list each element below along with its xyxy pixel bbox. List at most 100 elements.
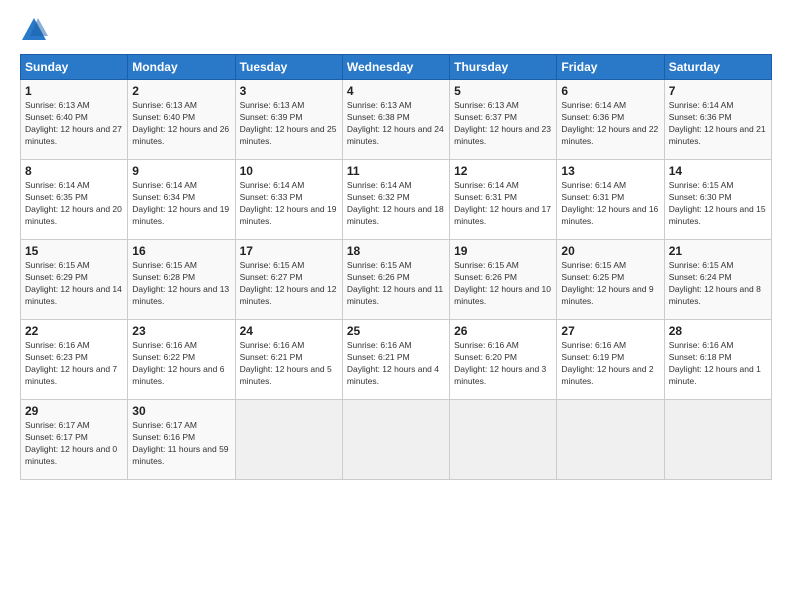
day-detail: Sunrise: 6:13 AMSunset: 6:40 PMDaylight:… bbox=[25, 100, 122, 146]
day-detail: Sunrise: 6:14 AMSunset: 6:31 PMDaylight:… bbox=[454, 180, 551, 226]
weekday-header-monday: Monday bbox=[128, 55, 235, 80]
day-number: 1 bbox=[25, 84, 123, 98]
day-number: 28 bbox=[669, 324, 767, 338]
day-cell: 4 Sunrise: 6:13 AMSunset: 6:38 PMDaylight… bbox=[342, 80, 449, 160]
day-detail: Sunrise: 6:17 AMSunset: 6:17 PMDaylight:… bbox=[25, 420, 117, 466]
day-cell: 11Sunrise: 6:14 AMSunset: 6:32 PMDayligh… bbox=[342, 160, 449, 240]
day-cell: 26 Sunrise: 6:16 AMSunset: 6:20 PMDayligh… bbox=[450, 320, 557, 400]
day-number: 22 bbox=[25, 324, 123, 338]
day-cell: 1 Sunrise: 6:13 AMSunset: 6:40 PMDaylight… bbox=[21, 80, 128, 160]
day-number: 7 bbox=[669, 84, 767, 98]
day-cell: 23 Sunrise: 6:16 AMSunset: 6:22 PMDayligh… bbox=[128, 320, 235, 400]
logo-icon bbox=[20, 16, 48, 44]
weekday-header-tuesday: Tuesday bbox=[235, 55, 342, 80]
day-detail: Sunrise: 6:15 AMSunset: 6:26 PMDaylight:… bbox=[347, 260, 443, 306]
day-number: 9 bbox=[132, 164, 230, 178]
day-cell: 8 Sunrise: 6:14 AMSunset: 6:35 PMDaylight… bbox=[21, 160, 128, 240]
calendar-page: SundayMondayTuesdayWednesdayThursdayFrid… bbox=[0, 0, 792, 612]
day-cell: 9 Sunrise: 6:14 AMSunset: 6:34 PMDaylight… bbox=[128, 160, 235, 240]
day-detail: Sunrise: 6:13 AMSunset: 6:39 PMDaylight:… bbox=[240, 100, 337, 146]
day-number: 20 bbox=[561, 244, 659, 258]
day-number: 16 bbox=[132, 244, 230, 258]
day-cell bbox=[235, 400, 342, 480]
day-cell: 16 Sunrise: 6:15 AMSunset: 6:28 PMDayligh… bbox=[128, 240, 235, 320]
day-cell: 12Sunrise: 6:14 AMSunset: 6:31 PMDayligh… bbox=[450, 160, 557, 240]
day-detail: Sunrise: 6:16 AMSunset: 6:21 PMDaylight:… bbox=[240, 340, 332, 386]
day-number: 19 bbox=[454, 244, 552, 258]
day-cell: 29 Sunrise: 6:17 AMSunset: 6:17 PMDayligh… bbox=[21, 400, 128, 480]
day-cell: 19 Sunrise: 6:15 AMSunset: 6:26 PMDayligh… bbox=[450, 240, 557, 320]
day-detail: Sunrise: 6:16 AMSunset: 6:21 PMDaylight:… bbox=[347, 340, 439, 386]
day-cell: 20 Sunrise: 6:15 AMSunset: 6:25 PMDayligh… bbox=[557, 240, 664, 320]
day-number: 25 bbox=[347, 324, 445, 338]
day-number: 2 bbox=[132, 84, 230, 98]
header bbox=[20, 16, 772, 44]
day-cell bbox=[557, 400, 664, 480]
day-detail: Sunrise: 6:14 AMSunset: 6:32 PMDaylight:… bbox=[347, 180, 444, 226]
day-detail: Sunrise: 6:16 AMSunset: 6:23 PMDaylight:… bbox=[25, 340, 117, 386]
day-detail: Sunrise: 6:15 AMSunset: 6:27 PMDaylight:… bbox=[240, 260, 337, 306]
day-detail: Sunrise: 6:16 AMSunset: 6:20 PMDaylight:… bbox=[454, 340, 546, 386]
day-detail: Sunrise: 6:16 AMSunset: 6:18 PMDaylight:… bbox=[669, 340, 761, 386]
day-detail: Sunrise: 6:17 AMSunset: 6:16 PMDaylight:… bbox=[132, 420, 228, 466]
day-detail: Sunrise: 6:13 AMSunset: 6:40 PMDaylight:… bbox=[132, 100, 229, 146]
day-number: 5 bbox=[454, 84, 552, 98]
day-number: 23 bbox=[132, 324, 230, 338]
week-row-3: 15Sunrise: 6:15 AMSunset: 6:29 PMDayligh… bbox=[21, 240, 772, 320]
day-cell: 7Sunrise: 6:14 AMSunset: 6:36 PMDaylight… bbox=[664, 80, 771, 160]
day-cell: 28 Sunrise: 6:16 AMSunset: 6:18 PMDayligh… bbox=[664, 320, 771, 400]
day-cell bbox=[342, 400, 449, 480]
day-cell bbox=[664, 400, 771, 480]
week-row-4: 22 Sunrise: 6:16 AMSunset: 6:23 PMDayligh… bbox=[21, 320, 772, 400]
day-number: 29 bbox=[25, 404, 123, 418]
week-row-5: 29 Sunrise: 6:17 AMSunset: 6:17 PMDayligh… bbox=[21, 400, 772, 480]
weekday-header-thursday: Thursday bbox=[450, 55, 557, 80]
day-cell: 3 Sunrise: 6:13 AMSunset: 6:39 PMDaylight… bbox=[235, 80, 342, 160]
day-cell: 17 Sunrise: 6:15 AMSunset: 6:27 PMDayligh… bbox=[235, 240, 342, 320]
day-number: 8 bbox=[25, 164, 123, 178]
day-detail: Sunrise: 6:15 AMSunset: 6:29 PMDaylight:… bbox=[25, 260, 122, 306]
day-detail: Sunrise: 6:14 AMSunset: 6:33 PMDaylight:… bbox=[240, 180, 337, 226]
day-number: 26 bbox=[454, 324, 552, 338]
day-number: 17 bbox=[240, 244, 338, 258]
day-detail: Sunrise: 6:13 AMSunset: 6:38 PMDaylight:… bbox=[347, 100, 444, 146]
day-cell: 18Sunrise: 6:15 AMSunset: 6:26 PMDayligh… bbox=[342, 240, 449, 320]
day-number: 4 bbox=[347, 84, 445, 98]
day-cell: 14 Sunrise: 6:15 AMSunset: 6:30 PMDayligh… bbox=[664, 160, 771, 240]
day-detail: Sunrise: 6:15 AMSunset: 6:30 PMDaylight:… bbox=[669, 180, 766, 226]
day-detail: Sunrise: 6:14 AMSunset: 6:36 PMDaylight:… bbox=[561, 100, 658, 146]
day-cell: 25 Sunrise: 6:16 AMSunset: 6:21 PMDayligh… bbox=[342, 320, 449, 400]
week-row-1: 1 Sunrise: 6:13 AMSunset: 6:40 PMDaylight… bbox=[21, 80, 772, 160]
day-cell: 24 Sunrise: 6:16 AMSunset: 6:21 PMDayligh… bbox=[235, 320, 342, 400]
day-detail: Sunrise: 6:15 AMSunset: 6:28 PMDaylight:… bbox=[132, 260, 229, 306]
day-detail: Sunrise: 6:13 AMSunset: 6:37 PMDaylight:… bbox=[454, 100, 551, 146]
day-number: 13 bbox=[561, 164, 659, 178]
day-number: 14 bbox=[669, 164, 767, 178]
day-number: 6 bbox=[561, 84, 659, 98]
day-detail: Sunrise: 6:15 AMSunset: 6:26 PMDaylight:… bbox=[454, 260, 551, 306]
day-detail: Sunrise: 6:15 AMSunset: 6:25 PMDaylight:… bbox=[561, 260, 653, 306]
day-cell: 27Sunrise: 6:16 AMSunset: 6:19 PMDayligh… bbox=[557, 320, 664, 400]
day-cell: 10Sunrise: 6:14 AMSunset: 6:33 PMDayligh… bbox=[235, 160, 342, 240]
weekday-header-friday: Friday bbox=[557, 55, 664, 80]
weekday-row: SundayMondayTuesdayWednesdayThursdayFrid… bbox=[21, 55, 772, 80]
day-detail: Sunrise: 6:14 AMSunset: 6:35 PMDaylight:… bbox=[25, 180, 122, 226]
day-cell: 13 Sunrise: 6:14 AMSunset: 6:31 PMDayligh… bbox=[557, 160, 664, 240]
week-row-2: 8 Sunrise: 6:14 AMSunset: 6:35 PMDaylight… bbox=[21, 160, 772, 240]
day-number: 3 bbox=[240, 84, 338, 98]
day-number: 27 bbox=[561, 324, 659, 338]
calendar-table: SundayMondayTuesdayWednesdayThursdayFrid… bbox=[20, 54, 772, 480]
day-cell: 2 Sunrise: 6:13 AMSunset: 6:40 PMDaylight… bbox=[128, 80, 235, 160]
weekday-header-sunday: Sunday bbox=[21, 55, 128, 80]
day-number: 24 bbox=[240, 324, 338, 338]
day-cell: 5 Sunrise: 6:13 AMSunset: 6:37 PMDaylight… bbox=[450, 80, 557, 160]
day-detail: Sunrise: 6:14 AMSunset: 6:34 PMDaylight:… bbox=[132, 180, 229, 226]
weekday-header-saturday: Saturday bbox=[664, 55, 771, 80]
day-cell: 21Sunrise: 6:15 AMSunset: 6:24 PMDayligh… bbox=[664, 240, 771, 320]
calendar-header: SundayMondayTuesdayWednesdayThursdayFrid… bbox=[21, 55, 772, 80]
day-cell bbox=[450, 400, 557, 480]
day-detail: Sunrise: 6:15 AMSunset: 6:24 PMDaylight:… bbox=[669, 260, 761, 306]
day-detail: Sunrise: 6:16 AMSunset: 6:22 PMDaylight:… bbox=[132, 340, 224, 386]
day-detail: Sunrise: 6:14 AMSunset: 6:31 PMDaylight:… bbox=[561, 180, 658, 226]
day-cell: 30Sunrise: 6:17 AMSunset: 6:16 PMDayligh… bbox=[128, 400, 235, 480]
